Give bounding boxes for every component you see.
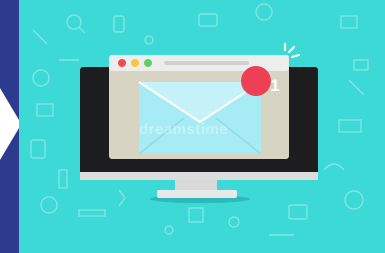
- left-arrow-band: [0, 0, 19, 253]
- arrow-pointer-icon: [0, 0, 19, 253]
- email-notification-illustration: 1 dreamstime: [19, 0, 385, 253]
- window-close-dot: [118, 59, 126, 67]
- envelope-icon: [138, 81, 262, 155]
- screenshot-frame: 1 dreamstime: [0, 0, 385, 253]
- window-minimize-dot: [131, 59, 139, 67]
- window-maximize-dot: [144, 59, 152, 67]
- watermark: dreamstime: [139, 121, 229, 138]
- notification-count: 1: [270, 76, 280, 95]
